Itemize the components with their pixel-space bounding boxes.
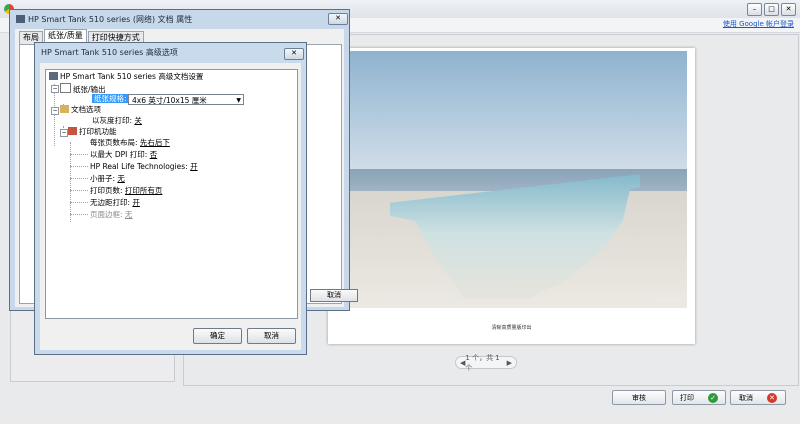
printer-icon: [16, 15, 25, 23]
tree-printer-features[interactable]: 打印机功能: [68, 127, 117, 137]
tree-booklet[interactable]: 小册子: 无: [90, 174, 125, 184]
collapse-icon[interactable]: −: [51, 85, 59, 93]
paper-size-label: 纸张规格:: [92, 94, 129, 103]
cancel-button[interactable]: 取消: [247, 328, 296, 344]
window-controls: – □ ✕: [747, 3, 796, 16]
chevron-down-icon: ▼: [236, 97, 241, 104]
folder-icon: [60, 105, 69, 113]
paper-size-select[interactable]: 4x6 英寸/10x15 厘米 ▼: [128, 94, 244, 105]
tree-max-dpi[interactable]: 以最大 DPI 打印: 否: [90, 150, 157, 160]
page-caption: 清晰高质量版印出: [491, 325, 532, 331]
preview-photo: SUNRISE: [350, 51, 687, 308]
collapse-icon[interactable]: −: [51, 107, 59, 115]
checkmark-icon: ✓: [708, 392, 718, 403]
printer-features-icon: [68, 127, 77, 135]
tree-paper-output[interactable]: 纸张/输出: [60, 83, 106, 94]
printer-icon: [49, 72, 58, 80]
minimize-icon[interactable]: –: [747, 3, 762, 16]
dialog-title: HP Smart Tank 510 series (网络) 文档 属性: [16, 14, 192, 25]
tree-real-life[interactable]: HP Real Life Technologies: 开: [90, 162, 198, 172]
ok-button[interactable]: 确定: [193, 328, 242, 344]
close-icon[interactable]: ✕: [781, 3, 796, 16]
properties-cancel-button[interactable]: 取消: [310, 289, 358, 302]
tree-paper-size[interactable]: 纸张规格:: [92, 94, 129, 104]
tree-print-pages[interactable]: 打印页数: 打印所有页: [90, 186, 162, 196]
tree-borderless[interactable]: 无边距打印: 开: [90, 198, 140, 208]
tree-grayscale[interactable]: 以灰度打印: 关: [92, 116, 142, 126]
settings-tree[interactable]: HP Smart Tank 510 series 高级文档设置 − 纸张/输出 …: [45, 69, 298, 319]
dialog-body: HP Smart Tank 510 series 高级文档设置 − 纸张/输出 …: [40, 63, 301, 350]
cancel-button-label: 取消: [739, 393, 753, 402]
review-button[interactable]: 审核: [612, 390, 666, 405]
cancel-x-icon: ✕: [767, 392, 777, 403]
preview-page: SUNRISE 清晰高质量版印出: [328, 48, 695, 344]
google-signin-link[interactable]: 使用 Google 帐户登录: [723, 19, 794, 29]
tree-page-border: 页面边框: 无: [90, 210, 133, 219]
advanced-options-dialog: HP Smart Tank 510 series 高级选项 ✕ HP Smart…: [34, 42, 307, 355]
tree-root[interactable]: HP Smart Tank 510 series 高级文档设置: [49, 72, 203, 82]
dialog-title: HP Smart Tank 510 series 高级选项: [41, 48, 178, 57]
next-page-icon[interactable]: ▶: [507, 359, 512, 367]
photo-credit: SUNRISE: [654, 297, 681, 304]
close-dialog-button[interactable]: ✕: [284, 48, 304, 60]
tree-pages-per-sheet-layout[interactable]: 每张页数布局: 先右后下: [90, 138, 170, 148]
print-button-label: 打印: [680, 393, 694, 402]
print-button[interactable]: 打印 ✓: [672, 390, 726, 405]
review-button-label: 审核: [632, 393, 646, 402]
page-count: 1 个，共 1 个: [465, 353, 500, 372]
cancel-button[interactable]: 取消 ✕: [730, 390, 786, 405]
page-navigator: ◀ 1 个，共 1 个 ▶: [455, 354, 517, 372]
close-dialog-button[interactable]: ✕: [328, 13, 348, 25]
paper-icon: [60, 83, 71, 93]
maximize-icon[interactable]: □: [764, 3, 779, 16]
tree-document-options[interactable]: 文档选项: [60, 105, 101, 115]
collapse-icon[interactable]: −: [60, 129, 68, 137]
